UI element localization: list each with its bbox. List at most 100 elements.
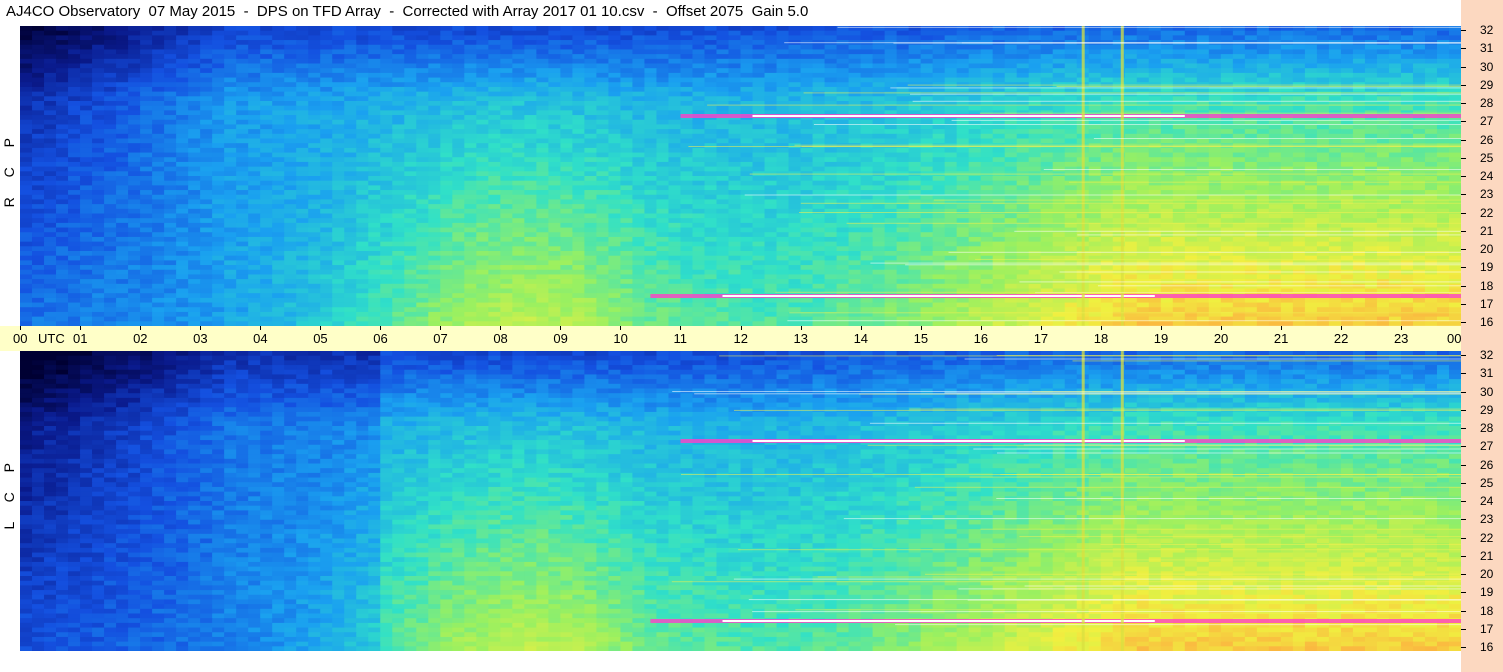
heatmap-cell [128, 44, 141, 51]
heatmap-cell [992, 176, 1006, 182]
heatmap-cell [524, 185, 537, 191]
heatmap-cell [224, 204, 237, 210]
heatmap-cell [536, 138, 549, 144]
heatmap-cell [1028, 63, 1042, 69]
heatmap-cell [1028, 176, 1042, 182]
heatmap-cell [1064, 44, 1078, 51]
heatmap-cell [236, 49, 249, 55]
heatmap-cell [32, 30, 45, 36]
heatmap-cell [704, 26, 718, 32]
heatmap-cell [140, 138, 153, 144]
heatmap-cell [68, 124, 81, 130]
heatmap-cell [80, 119, 93, 126]
heatmap-cell [1028, 72, 1042, 79]
heatmap-cell [632, 63, 646, 69]
heatmap-cell [464, 72, 477, 79]
heatmap-cell [356, 176, 369, 182]
heatmap-cell [260, 110, 273, 116]
heatmap-cell [632, 72, 646, 79]
heatmap-cell [1412, 161, 1426, 168]
heatmap-cell [692, 35, 706, 41]
heatmap-cell [32, 77, 45, 83]
heatmap-cell [824, 105, 838, 111]
heatmap-cell [872, 218, 886, 224]
heatmap-cell [668, 180, 682, 186]
heatmap-cell [1448, 185, 1461, 191]
heatmap-cell [812, 129, 826, 135]
heatmap-cell [20, 26, 33, 32]
heatmap-cell [680, 35, 694, 41]
heatmap-cell [1400, 72, 1414, 79]
heatmap-cell [272, 133, 285, 140]
heatmap-cell [1088, 129, 1102, 135]
heatmap-cell [104, 190, 117, 196]
heatmap-cell [224, 44, 237, 51]
heatmap-cell [200, 101, 213, 107]
heatmap-cell [908, 152, 922, 158]
heatmap-cell [728, 157, 742, 163]
heatmap-cell [356, 26, 369, 32]
heatmap-cell [848, 105, 862, 111]
heatmap-cell [68, 49, 81, 55]
heatmap-cell [1160, 77, 1174, 83]
heatmap-cell [1160, 35, 1174, 41]
heatmap-cell [764, 58, 778, 65]
heatmap-cell [20, 143, 33, 149]
heatmap-cell [152, 171, 165, 177]
heatmap-cell [104, 72, 117, 79]
heatmap-cell [1352, 44, 1366, 51]
heatmap-cell [128, 171, 141, 177]
heatmap-cell [1304, 180, 1318, 186]
heatmap-cell [836, 35, 850, 41]
heatmap-cell [1088, 138, 1102, 144]
heatmap-cell [260, 44, 273, 51]
heatmap-cell [752, 138, 766, 144]
heatmap-cell [452, 218, 465, 224]
heatmap-cell [20, 176, 33, 182]
heatmap-cell [728, 30, 742, 36]
heatmap-cell [20, 91, 33, 97]
heatmap-cell [1136, 157, 1150, 163]
heatmap-cell [1436, 124, 1450, 130]
heatmap-cell [836, 58, 850, 65]
heatmap-cell [32, 133, 45, 140]
heatmap-cell [620, 77, 634, 83]
heatmap-cell [656, 96, 670, 102]
heatmap-cell [1124, 49, 1138, 55]
heatmap-cell [764, 44, 778, 51]
heatmap-cell [308, 194, 321, 201]
heatmap-cell [680, 86, 694, 93]
heatmap-cell [788, 54, 802, 60]
heatmap-cell [836, 185, 850, 191]
heatmap-cell [992, 77, 1006, 83]
heatmap-cell [92, 124, 105, 130]
heatmap-cell [428, 157, 441, 163]
heatmap-cell [344, 105, 357, 111]
heatmap-cell [80, 213, 93, 219]
heatmap-cell [1016, 58, 1030, 65]
heatmap-cell [920, 133, 934, 140]
heatmap-cell [1316, 161, 1330, 168]
heatmap-cell [428, 40, 441, 46]
heatmap-cell [20, 147, 33, 154]
heatmap-cell [584, 166, 597, 172]
heatmap-cell [68, 40, 81, 46]
heatmap-cell [740, 194, 754, 201]
heatmap-cell [1088, 143, 1102, 149]
heatmap-cell [1160, 63, 1174, 69]
heatmap-cell [1052, 77, 1066, 83]
heatmap-cell [848, 35, 862, 41]
heatmap-cell [560, 133, 573, 140]
heatmap-cell [392, 190, 405, 196]
heatmap-cell [152, 77, 165, 83]
heatmap-cell [656, 86, 670, 93]
heatmap-cell [980, 133, 994, 140]
heatmap-cell [332, 199, 345, 205]
heatmap-cell [464, 30, 477, 36]
heatmap-cell [116, 77, 129, 83]
heatmap-cell [104, 194, 117, 201]
heatmap-cell [56, 157, 69, 163]
heatmap-cell [776, 124, 790, 130]
heatmap-cell [260, 101, 273, 107]
heatmap-cell [296, 86, 309, 93]
